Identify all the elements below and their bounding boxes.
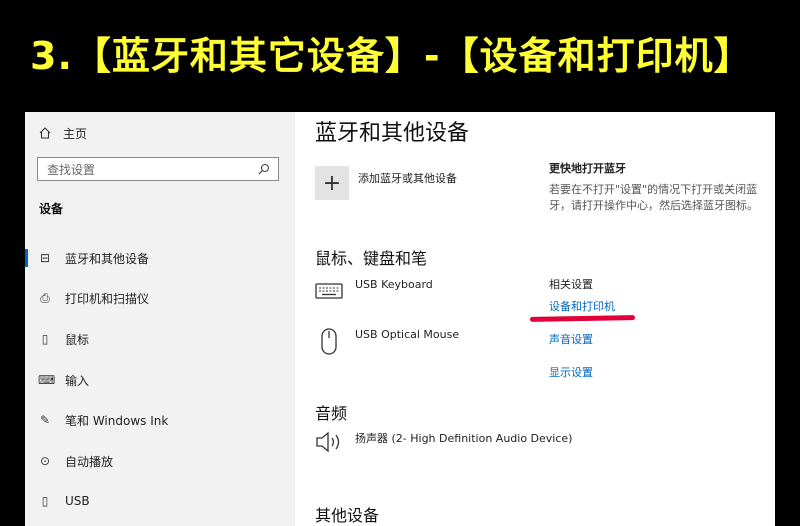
sidebar-item-printers[interactable]: ⎙ 打印机和扫描仪 <box>25 283 295 313</box>
mouse-icon <box>321 328 337 355</box>
related-settings-title: 相关设置 <box>549 278 593 291</box>
section-heading-other-devices: 其他设备 <box>315 506 380 525</box>
sidebar-item-label: 笔和 Windows Ink <box>65 413 169 428</box>
add-device-button[interactable]: + <box>315 166 349 200</box>
bluetooth-devices-icon: ⊟ <box>39 251 51 265</box>
sidebar-item-label: 蓝牙和其他设备 <box>65 251 150 266</box>
annotation-underline <box>529 315 636 322</box>
pen-icon: ✎ <box>39 413 51 427</box>
tutorial-banner: 3.【蓝牙和其它设备】-【设备和打印机】 <box>0 0 800 112</box>
sidebar-item-usb[interactable]: ▯ USB <box>25 486 295 516</box>
search-placeholder: 查找设置 <box>47 162 96 177</box>
home-link[interactable]: 主页 <box>39 122 87 144</box>
sidebar-item-mouse[interactable]: ▯ 鼠标 <box>25 324 295 354</box>
section-heading-audio: 音频 <box>315 404 348 423</box>
device-usb-optical-mouse[interactable]: USB Optical Mouse <box>355 328 459 341</box>
home-label: 主页 <box>63 126 88 141</box>
search-icon <box>258 163 270 175</box>
sound-settings-link[interactable]: 声音设置 <box>549 331 764 347</box>
quick-bluetooth-title: 更快地打开蓝牙 <box>549 162 626 175</box>
keyboard-icon <box>315 283 343 299</box>
sidebar-item-pen[interactable]: ✎ 笔和 Windows Ink <box>25 405 295 435</box>
sidebar: 主页 查找设置 设备 ⊟ 蓝牙和其他设备 ⎙ 打印机和扫描仪 ▯ 鼠标 ⌨ 输入 <box>25 112 295 526</box>
display-settings-link[interactable]: 显示设置 <box>549 364 764 380</box>
autoplay-icon: ⊙ <box>39 454 51 468</box>
mouse-icon: ▯ <box>41 332 49 346</box>
sidebar-item-bluetooth[interactable]: ⊟ 蓝牙和其他设备 <box>25 243 295 273</box>
section-heading-mouse-keyboard-pen: 鼠标、键盘和笔 <box>315 249 428 268</box>
keyboard-icon: ⌨ <box>38 373 56 387</box>
sidebar-item-input[interactable]: ⌨ 输入 <box>25 365 295 395</box>
home-icon <box>39 127 51 139</box>
settings-window: 主页 查找设置 设备 ⊟ 蓝牙和其他设备 ⎙ 打印机和扫描仪 ▯ 鼠标 ⌨ 输入 <box>25 112 775 526</box>
section-title-devices: 设备 <box>39 202 64 216</box>
device-usb-keyboard[interactable]: USB Keyboard <box>355 278 433 291</box>
printer-icon: ⎙ <box>40 290 50 305</box>
main-content: 蓝牙和其他设备 + 添加蓝牙或其他设备 鼠标、键盘和笔 USB Keyboard… <box>295 112 775 526</box>
page-title: 蓝牙和其他设备 <box>315 121 470 146</box>
sidebar-item-label: 鼠标 <box>65 332 90 347</box>
sidebar-item-label: 输入 <box>65 373 90 388</box>
plus-icon: + <box>322 170 342 196</box>
devices-and-printers-link[interactable]: 设备和打印机 <box>549 298 764 314</box>
quick-bluetooth-description: 若要在不打开"设置"的情况下打开或关闭蓝牙，请打开操作中心，然后选择蓝牙图标。 <box>549 183 758 212</box>
sidebar-item-label: 自动播放 <box>65 454 114 469</box>
add-device-label[interactable]: 添加蓝牙或其他设备 <box>358 170 457 186</box>
sidebar-item-label: USB <box>65 494 90 508</box>
usb-icon: ▯ <box>41 494 49 508</box>
device-speaker[interactable]: 扬声器 (2- High Definition Audio Device) <box>355 430 572 446</box>
speaker-icon <box>316 431 340 453</box>
sidebar-item-autoplay[interactable]: ⊙ 自动播放 <box>25 446 295 476</box>
sidebar-item-label: 打印机和扫描仪 <box>65 291 150 306</box>
settings-search-input[interactable]: 查找设置 <box>37 157 279 181</box>
